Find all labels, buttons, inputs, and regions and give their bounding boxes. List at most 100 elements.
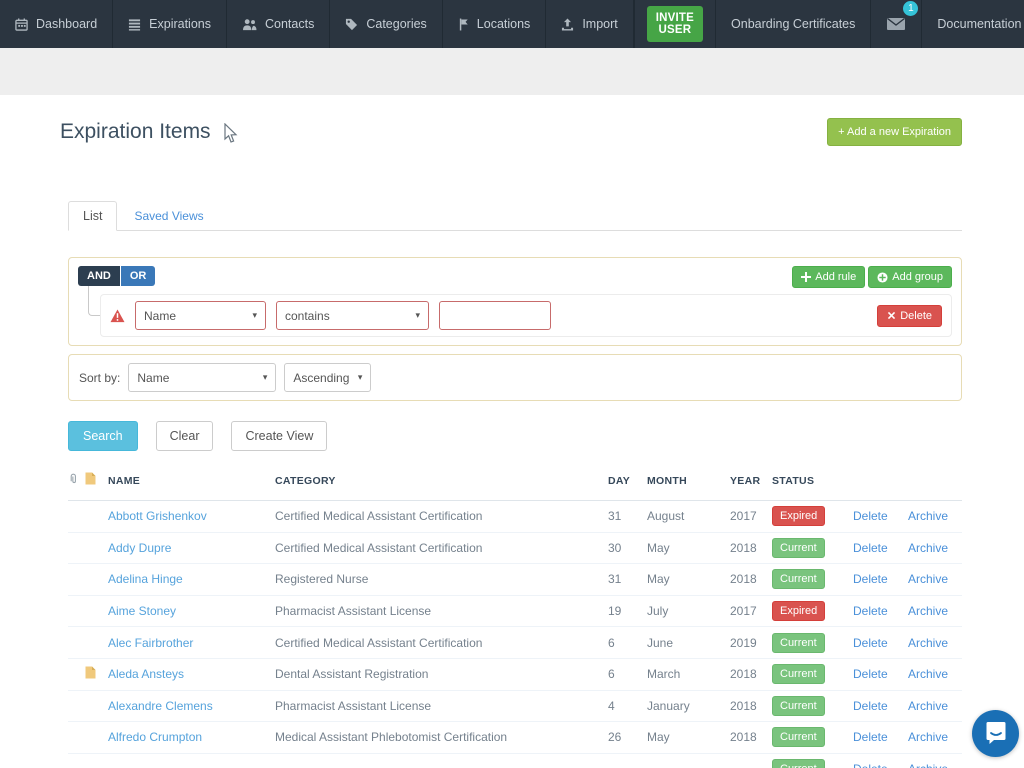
rule-connector-line bbox=[88, 286, 100, 316]
clear-button[interactable]: Clear bbox=[156, 421, 214, 451]
status-badge: Expired bbox=[772, 506, 825, 526]
add-expiration-button[interactable]: + Add a new Expiration bbox=[827, 118, 962, 146]
table-row: Abbott Grishenkov Certified Medical Assi… bbox=[68, 501, 962, 533]
note-icon bbox=[85, 666, 108, 682]
filter-field-value: Name bbox=[144, 309, 176, 323]
and-or-toggle: AND OR bbox=[78, 266, 155, 286]
nav-item-dashboard[interactable]: Dashboard bbox=[0, 0, 113, 48]
table-row: Aleda Ansteys Dental Assistant Registrat… bbox=[68, 659, 962, 691]
row-year: 2018 bbox=[730, 572, 772, 586]
delete-rule-label: Delete bbox=[900, 310, 932, 322]
nav-item-messages[interactable]: 1 bbox=[870, 0, 921, 48]
nav-item-documentation[interactable]: Documentation bbox=[921, 0, 1024, 48]
chat-widget-button[interactable] bbox=[972, 710, 1019, 757]
nav-label-dashboard: Dashboard bbox=[36, 17, 97, 31]
column-header-year[interactable]: YEAR bbox=[730, 475, 772, 487]
row-category: Dental Assistant Registration bbox=[275, 667, 608, 681]
column-header-day[interactable]: DAY bbox=[608, 475, 647, 487]
tab-list[interactable]: List bbox=[68, 201, 117, 231]
status-badge: Expired bbox=[772, 601, 825, 621]
nav-item-expirations[interactable]: Expirations bbox=[113, 0, 227, 48]
nav-label-contacts: Contacts bbox=[265, 17, 314, 31]
row-archive-link[interactable]: Archive bbox=[908, 636, 962, 650]
row-archive-link[interactable]: Archive bbox=[908, 762, 962, 768]
sort-panel: Sort by: Name ▾ Ascending ▾ bbox=[68, 354, 962, 401]
row-delete-link[interactable]: Delete bbox=[853, 541, 908, 555]
sort-field-select[interactable]: Name ▾ bbox=[128, 363, 276, 392]
row-month: June bbox=[647, 636, 730, 650]
column-header-name[interactable]: NAME bbox=[108, 475, 275, 487]
column-header-status[interactable]: STATUS bbox=[772, 475, 853, 487]
column-header-month[interactable]: MONTH bbox=[647, 475, 730, 487]
row-delete-link[interactable]: Delete bbox=[853, 699, 908, 713]
table-row: Adelina Hinge Registered Nurse 31 May 20… bbox=[68, 564, 962, 596]
row-archive-link[interactable]: Archive bbox=[908, 509, 962, 523]
row-name-link[interactable]: Aleda Ansteys bbox=[108, 667, 275, 681]
nav-item-import[interactable]: Import bbox=[546, 0, 633, 48]
row-month: May bbox=[647, 572, 730, 586]
row-archive-link[interactable]: Archive bbox=[908, 699, 962, 713]
row-day: 31 bbox=[608, 509, 647, 523]
row-day: 4 bbox=[608, 699, 647, 713]
row-name-link[interactable]: Alec Fairbrother bbox=[108, 636, 275, 650]
sort-direction-value: Ascending bbox=[293, 371, 349, 385]
row-archive-link[interactable]: Archive bbox=[908, 572, 962, 586]
row-name-link[interactable]: Addy Dupre bbox=[108, 541, 275, 555]
and-button[interactable]: AND bbox=[78, 266, 120, 286]
row-archive-link[interactable]: Archive bbox=[908, 667, 962, 681]
create-view-button[interactable]: Create View bbox=[231, 421, 327, 451]
invite-user-button[interactable]: INVITE USER bbox=[647, 6, 703, 42]
row-month: January bbox=[647, 699, 730, 713]
chevron-down-icon: ▾ bbox=[252, 310, 257, 321]
row-category: Pharmacist Assistant License bbox=[275, 604, 608, 618]
sort-direction-select[interactable]: Ascending ▾ bbox=[284, 363, 371, 392]
sort-by-label: Sort by: bbox=[79, 371, 120, 385]
top-navbar: Dashboard Expirations Contacts Categorie… bbox=[0, 0, 1024, 48]
row-delete-link[interactable]: Delete bbox=[853, 730, 908, 744]
nav-item-onboarding-certificates[interactable]: Onbarding Certificates bbox=[715, 0, 870, 48]
row-day: 6 bbox=[608, 636, 647, 650]
table-body: Abbott Grishenkov Certified Medical Assi… bbox=[68, 501, 962, 768]
row-month: May bbox=[647, 541, 730, 555]
paperclip-icon bbox=[68, 472, 85, 490]
status-badge: Current bbox=[772, 664, 825, 684]
nav-label-documentation: Documentation bbox=[937, 17, 1021, 31]
row-year: 2017 bbox=[730, 509, 772, 523]
filter-operator-select[interactable]: contains ▾ bbox=[276, 301, 429, 330]
row-name-link[interactable]: Aime Stoney bbox=[108, 604, 275, 618]
search-button[interactable]: Search bbox=[68, 421, 138, 451]
nav-item-locations[interactable]: Locations bbox=[443, 0, 547, 48]
tab-saved-views[interactable]: Saved Views bbox=[117, 202, 220, 230]
row-archive-link[interactable]: Archive bbox=[908, 730, 962, 744]
nav-item-categories[interactable]: Categories bbox=[330, 0, 442, 48]
table-row: Current Delete Archive bbox=[68, 754, 962, 768]
row-delete-link[interactable]: Delete bbox=[853, 604, 908, 618]
row-name-link[interactable]: Alfredo Crumpton bbox=[108, 730, 275, 744]
or-button[interactable]: OR bbox=[121, 266, 156, 286]
row-month: March bbox=[647, 667, 730, 681]
column-header-category[interactable]: CATEGORY bbox=[275, 475, 608, 487]
row-delete-link[interactable]: Delete bbox=[853, 572, 908, 586]
status-badge: Current bbox=[772, 759, 825, 768]
row-name-link[interactable]: Alexandre Clemens bbox=[108, 699, 275, 713]
row-name-link[interactable]: Adelina Hinge bbox=[108, 572, 275, 586]
filter-value-input[interactable] bbox=[439, 301, 551, 330]
row-delete-link[interactable]: Delete bbox=[853, 762, 908, 768]
row-archive-link[interactable]: Archive bbox=[908, 541, 962, 555]
add-group-button[interactable]: Add group bbox=[868, 266, 952, 288]
filter-field-select[interactable]: Name ▾ bbox=[135, 301, 266, 330]
row-category: Certified Medical Assistant Certificatio… bbox=[275, 636, 608, 650]
row-delete-link[interactable]: Delete bbox=[853, 667, 908, 681]
row-archive-link[interactable]: Archive bbox=[908, 604, 962, 618]
row-delete-link[interactable]: Delete bbox=[853, 636, 908, 650]
row-year: 2017 bbox=[730, 604, 772, 618]
row-delete-link[interactable]: Delete bbox=[853, 509, 908, 523]
row-name-link[interactable]: Abbott Grishenkov bbox=[108, 509, 275, 523]
nav-item-contacts[interactable]: Contacts bbox=[227, 0, 330, 48]
delete-rule-button[interactable]: Delete bbox=[877, 305, 942, 327]
sort-field-value: Name bbox=[137, 371, 169, 385]
add-rule-button[interactable]: Add rule bbox=[792, 266, 865, 288]
filter-rule-row: Name ▾ contains ▾ Delete bbox=[100, 294, 952, 337]
row-day: 30 bbox=[608, 541, 647, 555]
status-badge: Current bbox=[772, 633, 825, 653]
